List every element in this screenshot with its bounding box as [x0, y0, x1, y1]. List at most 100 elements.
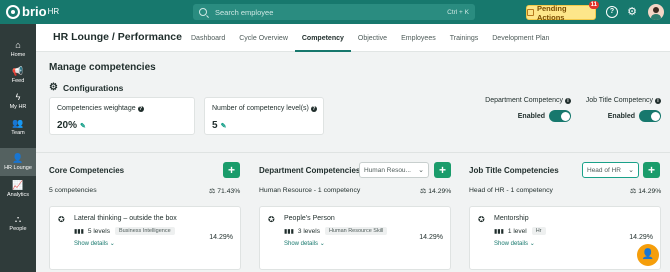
question-icon[interactable]: ? — [137, 105, 144, 112]
jobtitle-toggle-label: Job Title Competency — [585, 97, 653, 104]
info-icon[interactable]: i — [655, 97, 661, 104]
edit-pencil-icon[interactable]: ✎ — [80, 122, 86, 130]
clipboard-icon — [527, 9, 534, 16]
sidebar-item-home[interactable]: ⌂ Home — [0, 36, 36, 62]
tab-cycle-overview[interactable]: Cycle Overview — [232, 24, 295, 52]
help-icon[interactable]: ? — [606, 6, 618, 18]
assistant-fab-button[interactable]: 👤 — [637, 244, 659, 266]
levels-bar-icon: ▮▮▮ — [494, 228, 504, 235]
show-details-link[interactable]: Show details ⌄ — [74, 240, 115, 247]
department-select-value: Human Resou... — [364, 166, 411, 174]
tab-development-plan[interactable]: Development Plan — [485, 24, 556, 52]
levels-value-row: 5 ✎ — [212, 120, 226, 131]
question-icon[interactable]: ? — [310, 105, 317, 112]
sidebar-item-my-hr[interactable]: ϟ My HR — [0, 88, 36, 114]
chevron-down-icon: ⌄ — [628, 167, 634, 174]
levels-count: 1 level — [507, 227, 527, 235]
jobtitle-toggle-switch[interactable] — [639, 110, 661, 122]
competency-name: Lateral thinking – outside the box — [74, 215, 177, 222]
award-icon: ✪ — [268, 215, 275, 224]
chevron-down-icon: ⌄ — [418, 167, 424, 174]
jobtitle-competencies-count: Head of HR - 1 competency — [469, 187, 553, 194]
pending-actions-label: Pending Actions — [536, 3, 567, 22]
section-divider — [36, 152, 670, 153]
sidebar-item-label: My HR — [9, 104, 27, 110]
tab-competency[interactable]: Competency — [294, 24, 351, 52]
sidebar-item-team[interactable]: 👥 Team — [0, 114, 36, 140]
levels-card: Number of competency level(s) ? 5 ✎ — [204, 97, 324, 135]
weightage-label-row: Competencies weightage ? — [57, 105, 144, 112]
configurations-heading: ⚙ Configurations — [49, 82, 123, 93]
tab-objective[interactable]: Objective — [351, 24, 394, 52]
org-chart-icon: ⛬ — [14, 214, 22, 224]
core-percent: 71.43% — [217, 187, 241, 195]
competency-percent: 14.29% — [629, 234, 653, 241]
competency-tag: Business Intelligence — [114, 227, 175, 235]
jobtitle-competencies-weight: ⚖ 14.29% — [630, 187, 662, 196]
search-icon — [199, 8, 207, 16]
jobtitle-toggle-state: Enabled — [607, 112, 635, 120]
department-toggle-label-row: Department Competency i — [478, 97, 571, 104]
award-icon: ✪ — [58, 215, 65, 224]
competency-tag: Human Resource Skill — [324, 227, 388, 235]
jobtitle-competency-card[interactable]: ✪ Mentorship ▮▮▮ 1 level Hr Show details… — [469, 206, 661, 270]
sidebar-item-analytics[interactable]: 📈 Analytics — [0, 176, 36, 202]
settings-gear-icon[interactable]: ⚙ — [626, 6, 638, 18]
levels-label: Number of competency level(s) — [212, 105, 309, 112]
user-avatar[interactable] — [648, 4, 664, 20]
competency-levels: ▮▮▮ 5 levels Business Intelligence — [74, 227, 175, 235]
department-toggle-row: Enabled — [478, 110, 571, 122]
page-title: Manage competencies — [49, 62, 156, 73]
core-competencies-weight: ⚖ 71.43% — [209, 187, 241, 196]
pending-actions-button[interactable]: Pending Actions 11 — [526, 1, 599, 22]
show-details-label: Show details — [284, 241, 319, 247]
info-icon[interactable]: i — [565, 97, 571, 104]
department-toggle-switch[interactable] — [549, 110, 571, 122]
competency-levels: ▮▮▮ 1 level Hr — [494, 227, 546, 235]
department-select[interactable]: Human Resou... ⌄ — [359, 162, 429, 178]
tab-employees[interactable]: Employees — [394, 24, 443, 52]
add-department-competency-button[interactable]: + — [434, 162, 451, 178]
home-icon: ⌂ — [15, 40, 21, 50]
core-competencies-title: Core Competencies — [49, 166, 125, 175]
add-core-competency-button[interactable]: + — [223, 162, 240, 178]
jobtitle-toggle-label-row: Job Title Competency i — [580, 97, 661, 104]
levels-count: 3 levels — [297, 227, 320, 235]
jobtitle-select[interactable]: Head of HR ⌄ — [582, 162, 639, 178]
weightage-value-row: 20% ✎ — [57, 120, 86, 131]
levels-label-row: Number of competency level(s) ? — [212, 105, 317, 112]
competency-levels: ▮▮▮ 3 levels Human Resource Skill — [284, 227, 388, 235]
search-bar[interactable]: Ctrl + K — [193, 4, 475, 20]
add-jobtitle-competency-button[interactable]: + — [643, 162, 660, 178]
tab-trainings[interactable]: Trainings — [443, 24, 486, 52]
jobtitle-select-value: Head of HR — [587, 166, 621, 174]
breadcrumb: HR Lounge / Performance — [53, 31, 182, 43]
award-icon: ✪ — [478, 215, 485, 224]
jobtitle-competency-toggle: Job Title Competency i Enabled — [580, 97, 661, 122]
sidebar-item-label: HR Lounge — [4, 165, 32, 171]
scale-icon: ⚖ — [209, 188, 216, 195]
tab-bar: Dashboard Cycle Overview Competency Obje… — [184, 24, 556, 52]
show-details-link[interactable]: Show details ⌄ — [284, 240, 325, 247]
sidebar-item-hr-lounge[interactable]: 👤 HR Lounge — [0, 148, 36, 176]
competency-name: Mentorship — [494, 215, 529, 222]
brio-logo[interactable]: brio HR — [6, 4, 59, 19]
levels-value: 5 — [212, 120, 218, 131]
levels-count: 5 levels — [87, 227, 110, 235]
department-competencies-title: Department Competencies — [259, 166, 361, 175]
levels-bar-icon: ▮▮▮ — [74, 228, 84, 235]
pending-count-badge: 11 — [588, 1, 599, 9]
jobtitle-percent: 14.29% — [638, 187, 662, 195]
show-details-link[interactable]: Show details ⌄ — [494, 240, 535, 247]
chart-icon: 📈 — [12, 180, 24, 190]
department-competency-card[interactable]: ✪ People's Person ▮▮▮ 3 levels Human Res… — [259, 206, 451, 270]
tab-dashboard[interactable]: Dashboard — [184, 24, 232, 52]
sidebar-item-people[interactable]: ⛬ People — [0, 210, 36, 236]
scale-icon: ⚖ — [420, 188, 427, 195]
department-toggle-state: Enabled — [517, 112, 545, 120]
scale-icon: ⚖ — [630, 188, 637, 195]
sidebar-item-feed[interactable]: 📢 Feed — [0, 62, 36, 88]
core-competency-card[interactable]: ✪ Lateral thinking – outside the box ▮▮▮… — [49, 206, 241, 270]
search-input[interactable] — [215, 7, 415, 17]
edit-pencil-icon[interactable]: ✎ — [221, 122, 227, 130]
